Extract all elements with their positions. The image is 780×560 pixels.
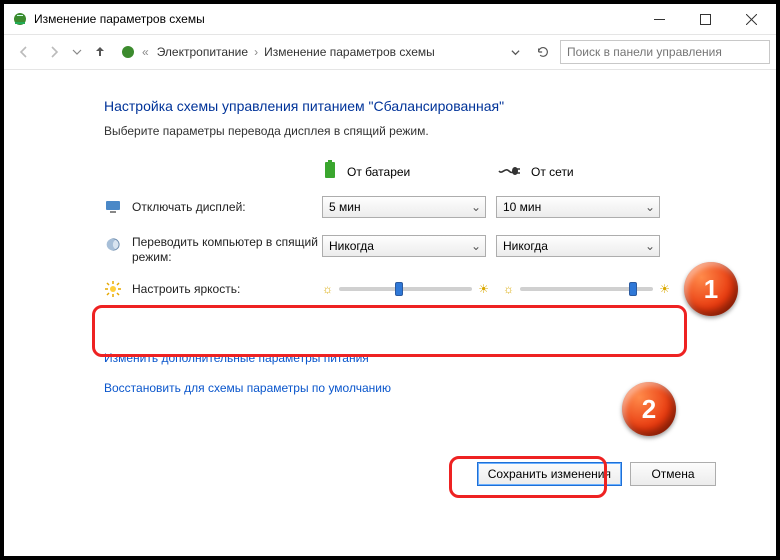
back-button[interactable] [10, 40, 38, 64]
chevron-down-icon: ⌄ [471, 200, 481, 214]
history-dropdown[interactable] [70, 41, 84, 63]
maximize-button[interactable] [682, 4, 728, 34]
brightness-ac-slider[interactable] [520, 287, 653, 291]
window-title: Изменение параметров схемы [34, 12, 636, 26]
link-advanced-settings[interactable]: Изменить дополнительные параметры питани… [104, 351, 716, 365]
search-input[interactable] [560, 40, 770, 64]
moon-icon [104, 237, 122, 252]
combo-value: 10 мин [503, 200, 541, 214]
sleep-battery-select[interactable]: Никогда ⌄ [322, 235, 486, 257]
content-area: Настройка схемы управления питанием "Сба… [4, 70, 776, 556]
sleep-label: Переводить компьютер в спящий режим: [132, 235, 322, 265]
close-button[interactable] [728, 4, 774, 34]
brightness-label: Настроить яркость: [132, 282, 322, 296]
brightness-battery-slider[interactable] [339, 287, 472, 291]
sun-bright-icon: ☀ [478, 282, 489, 296]
combo-value: Никогда [329, 239, 374, 253]
row-brightness: Настроить яркость: ☼ ☀ ☼ ☀ [104, 275, 716, 303]
page-subtitle: Выберите параметры перевода дисплея в сп… [104, 124, 716, 138]
row-sleep: Переводить компьютер в спящий режим: Ник… [104, 231, 716, 265]
combo-value: Никогда [503, 239, 548, 253]
turn-off-display-label: Отключать дисплей: [132, 200, 322, 214]
sun-dim-icon: ☼ [322, 282, 333, 296]
cancel-button[interactable]: Отмена [630, 462, 716, 486]
brightness-icon [104, 281, 122, 297]
chevron-down-icon: ⌄ [471, 239, 481, 253]
column-header-battery: От батареи [323, 160, 497, 183]
column-battery-label: От батареи [347, 165, 410, 179]
sun-bright-icon: ☀ [659, 282, 670, 296]
save-button[interactable]: Сохранить изменения [477, 462, 622, 486]
row-turn-off-display: Отключать дисплей: 5 мин ⌄ 10 мин ⌄ [104, 193, 716, 221]
breadcrumb-item-power[interactable]: Электропитание [157, 45, 248, 59]
display-off-ac-select[interactable]: 10 мин ⌄ [496, 196, 660, 218]
breadcrumb[interactable]: « Электропитание › Изменение параметров … [116, 40, 558, 64]
breadcrumb-dropdown[interactable] [504, 41, 526, 63]
display-off-battery-select[interactable]: 5 мин ⌄ [322, 196, 486, 218]
annotation-box-1 [92, 305, 687, 357]
chevron-down-icon: ⌄ [645, 200, 655, 214]
ac-plug-icon [497, 163, 521, 180]
refresh-button[interactable] [532, 41, 554, 63]
column-ac-label: От сети [531, 165, 574, 179]
chevron-left-icon: « [142, 45, 149, 59]
link-restore-defaults[interactable]: Восстановить для схемы параметры по умол… [104, 381, 716, 395]
breadcrumb-item-edit-plan[interactable]: Изменение параметров схемы [264, 45, 435, 59]
power-options-icon [12, 11, 28, 27]
sun-dim-icon: ☼ [503, 282, 514, 296]
chevron-right-icon: › [254, 45, 258, 59]
navigation-toolbar: « Электропитание › Изменение параметров … [4, 34, 776, 70]
minimize-button[interactable] [636, 4, 682, 34]
forward-button[interactable] [40, 40, 68, 64]
power-options-icon [120, 44, 136, 60]
battery-icon [323, 160, 337, 183]
page-title: Настройка схемы управления питанием "Сба… [104, 98, 716, 114]
sleep-ac-select[interactable]: Никогда ⌄ [496, 235, 660, 257]
up-button[interactable] [86, 40, 114, 64]
column-header-ac: От сети [497, 160, 671, 183]
titlebar: Изменение параметров схемы [4, 4, 776, 34]
chevron-down-icon: ⌄ [645, 239, 655, 253]
combo-value: 5 мин [329, 200, 361, 214]
monitor-icon [104, 199, 122, 215]
